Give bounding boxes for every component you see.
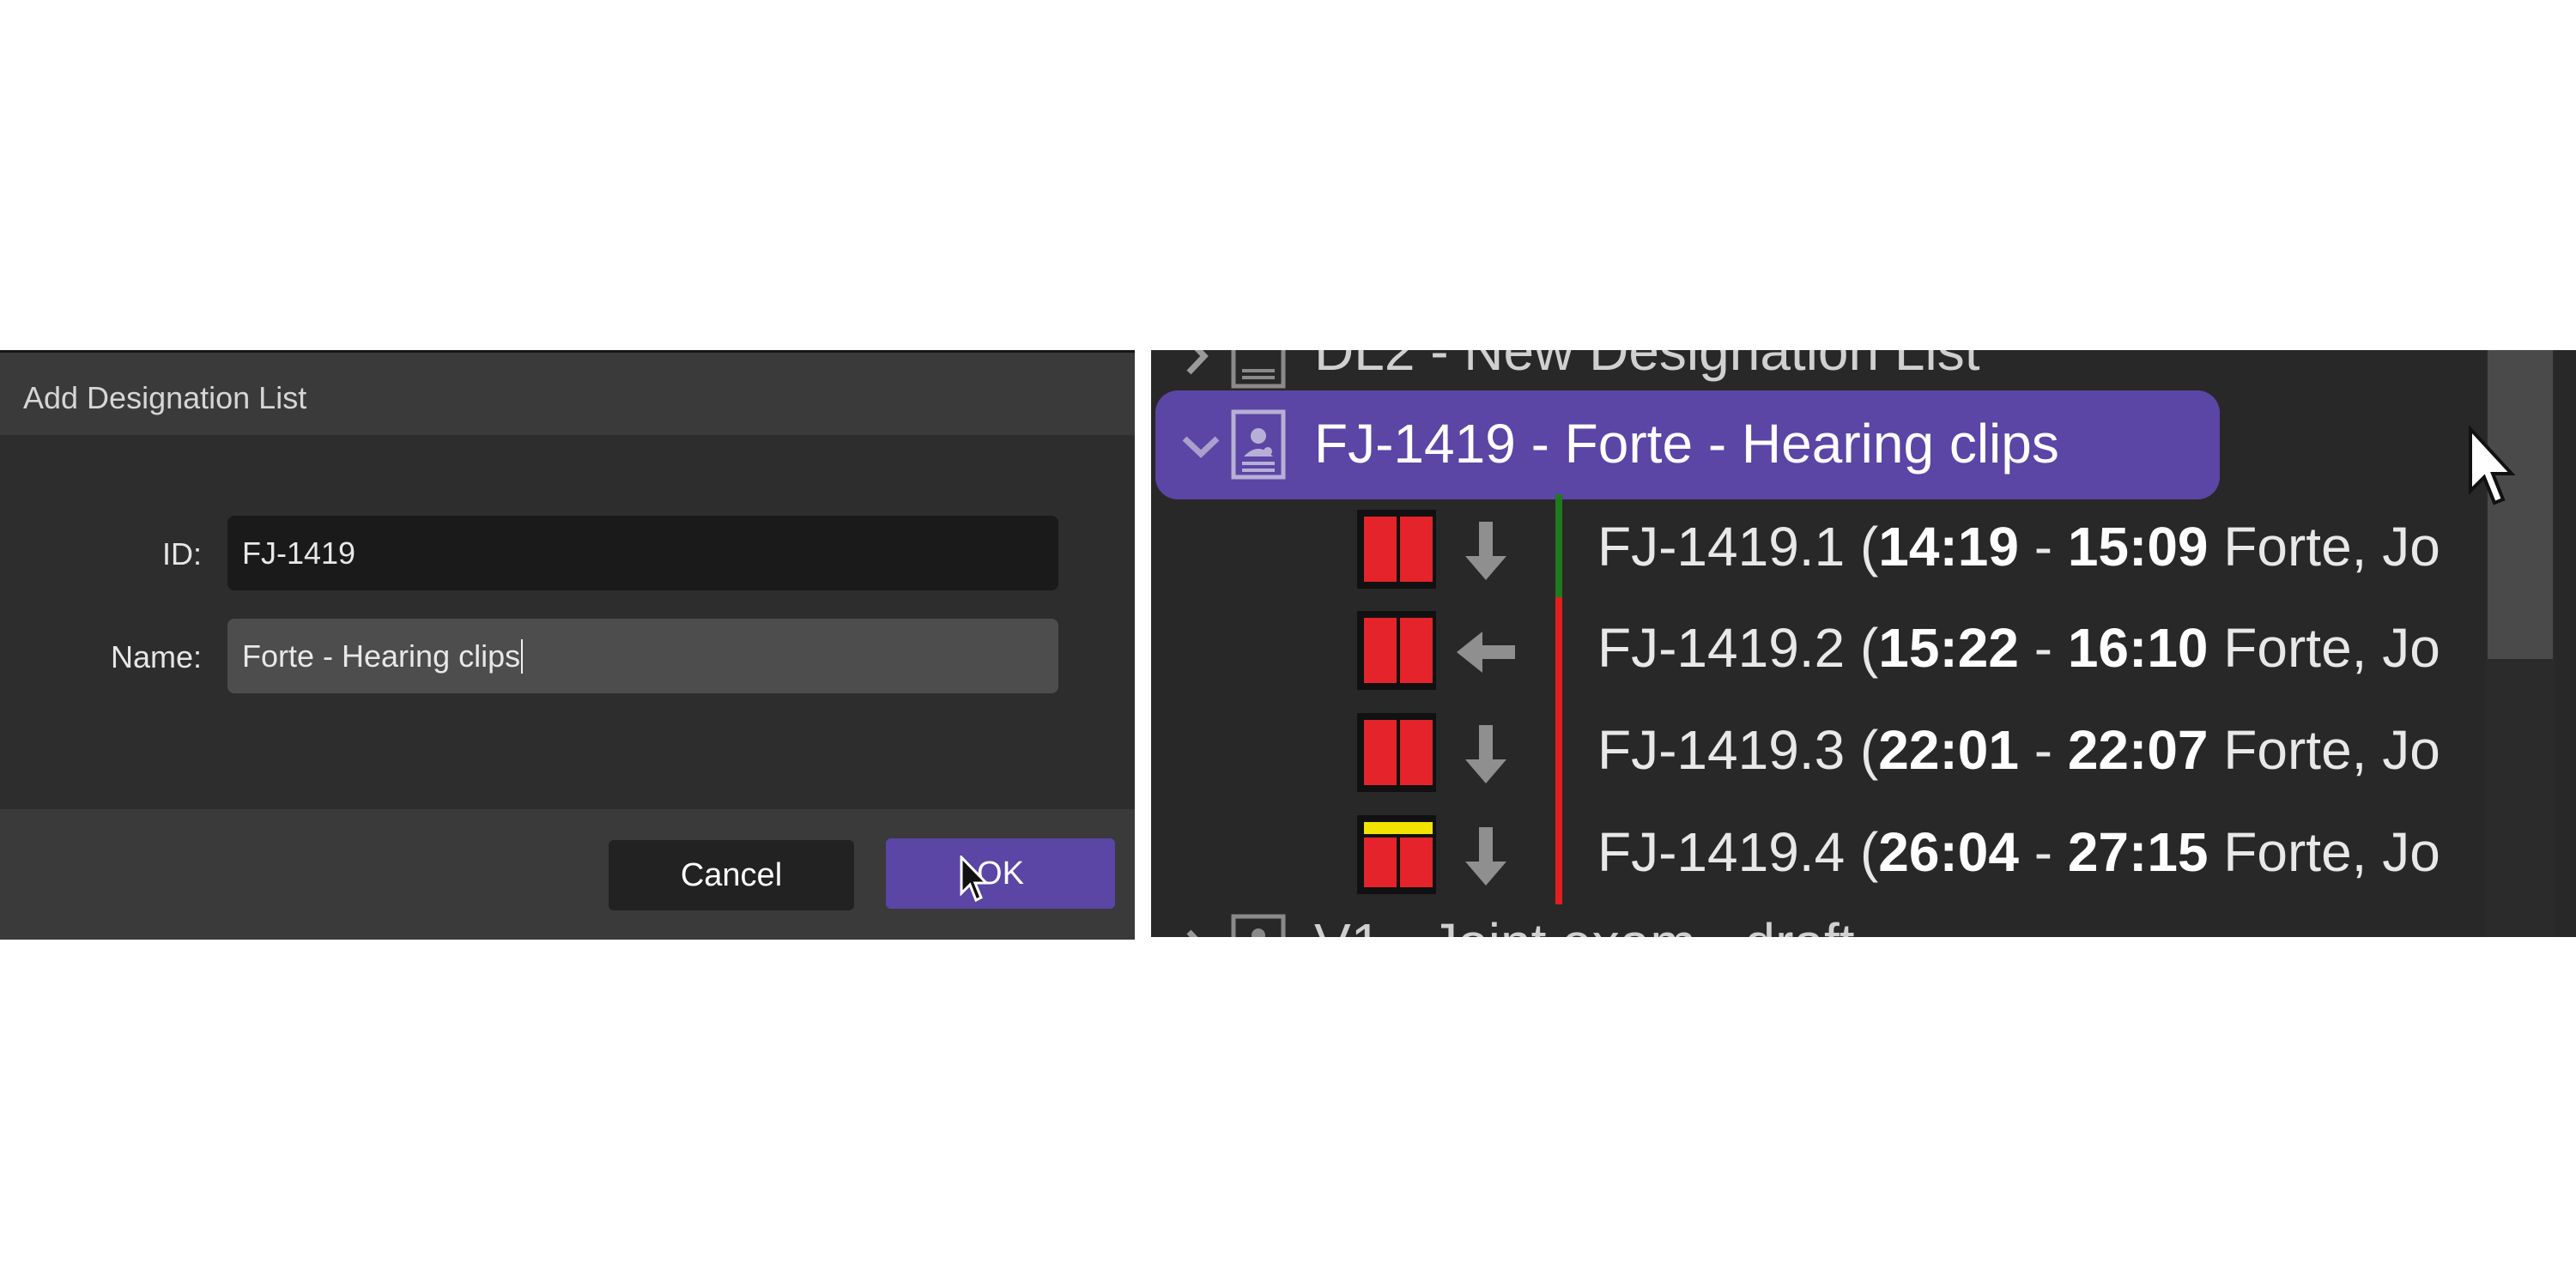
chevron-down-icon[interactable] bbox=[1179, 425, 1222, 468]
add-designation-list-dialog: Add Designation List ID: FJ-1419 Name: F… bbox=[0, 350, 1135, 940]
clip-row[interactable]: FJ-1419.1 (14:19 - 15:09 Forte, Jo bbox=[1151, 496, 2490, 597]
clip-row[interactable]: FJ-1419.4 (26:04 - 27:15 Forte, Jo bbox=[1151, 801, 2490, 903]
text-caret bbox=[521, 638, 524, 674]
designation-tree: DL2 - New Designation List FJ-1419 - For… bbox=[1151, 350, 2576, 937]
ok-button[interactable]: OK bbox=[886, 838, 1115, 909]
clip-thumbnail-icon bbox=[1357, 815, 1436, 894]
down-arrow-icon bbox=[1465, 827, 1506, 886]
tree-item-label: V1 - Joint exam - draft bbox=[1314, 911, 1855, 937]
mouse-cursor-icon bbox=[960, 856, 989, 903]
designation-list-icon bbox=[1231, 350, 1286, 389]
down-arrow-icon bbox=[1465, 725, 1506, 783]
clip-label: FJ-1419.3 (22:01 - 22:07 Forte, Jo bbox=[1597, 719, 2440, 781]
tree-item-v1[interactable]: V1 - Joint exam - draft bbox=[1151, 910, 2490, 937]
clip-row[interactable]: FJ-1419.3 (22:01 - 22:07 Forte, Jo bbox=[1151, 699, 2490, 801]
cancel-button[interactable]: Cancel bbox=[609, 840, 854, 910]
id-field[interactable]: FJ-1419 bbox=[227, 516, 1058, 590]
clip-thumbnail-icon bbox=[1357, 713, 1436, 792]
designation-list-icon bbox=[1231, 914, 1286, 937]
chevron-right-icon[interactable] bbox=[1175, 927, 1218, 937]
clip-thumbnail-icon bbox=[1357, 510, 1436, 589]
name-field[interactable]: Forte - Hearing clips bbox=[227, 619, 1058, 693]
clip-thumbnail-icon bbox=[1357, 611, 1436, 690]
down-arrow-icon bbox=[1465, 522, 1506, 580]
tree-item-label: DL2 - New Designation List bbox=[1314, 350, 1980, 382]
name-label: Name: bbox=[110, 639, 202, 674]
dialog-title: Add Designation List bbox=[23, 380, 307, 415]
name-field-value: Forte - Hearing clips bbox=[242, 638, 521, 674]
clip-label: FJ-1419.4 (26:04 - 27:15 Forte, Jo bbox=[1597, 821, 2440, 883]
clip-label: FJ-1419.1 (14:19 - 15:09 Forte, Jo bbox=[1597, 516, 2440, 577]
tree-item-dl2[interactable]: DL2 - New Designation List bbox=[1151, 350, 2490, 393]
tree-item-label: FJ-1419 - Forte - Hearing clips bbox=[1314, 413, 2059, 475]
id-label: ID: bbox=[161, 536, 202, 571]
left-arrow-icon bbox=[1457, 632, 1515, 673]
chevron-right-icon[interactable] bbox=[1175, 350, 1218, 378]
clip-row[interactable]: FJ-1419.2 (15:22 - 16:10 Forte, Jo bbox=[1151, 597, 2490, 698]
tree-item-fj-1419-selected[interactable]: FJ-1419 - Forte - Hearing clips bbox=[1155, 390, 2220, 499]
mouse-cursor-icon bbox=[2469, 426, 2516, 505]
designation-list-icon bbox=[1231, 409, 1286, 480]
id-field-value: FJ-1419 bbox=[242, 535, 356, 571]
clip-label: FJ-1419.2 (15:22 - 16:10 Forte, Jo bbox=[1597, 617, 2440, 679]
dialog-titlebar: Add Designation List bbox=[0, 353, 1135, 435]
